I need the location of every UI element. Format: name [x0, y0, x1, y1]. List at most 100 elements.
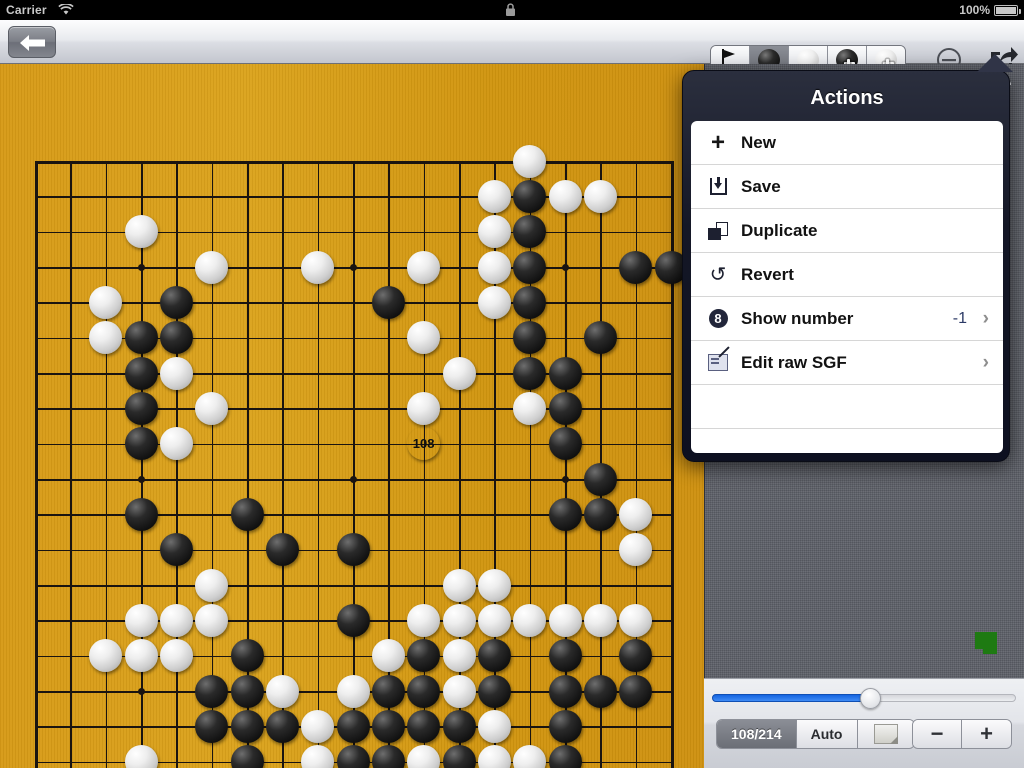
- white-stone[interactable]: [619, 497, 653, 531]
- white-stone[interactable]: [265, 674, 299, 708]
- black-stone[interactable]: [230, 639, 264, 673]
- black-stone[interactable]: [265, 709, 299, 743]
- white-stone[interactable]: [619, 533, 653, 567]
- black-stone[interactable]: [124, 427, 158, 461]
- move-counter-segment[interactable]: 108/214: [717, 720, 797, 748]
- white-stone[interactable]: [195, 603, 229, 637]
- white-stone[interactable]: [124, 215, 158, 249]
- black-stone[interactable]: [513, 356, 547, 390]
- white-stone[interactable]: [89, 285, 123, 319]
- white-stone[interactable]: [442, 639, 476, 673]
- white-stone[interactable]: [477, 745, 511, 768]
- black-stone[interactable]: [371, 674, 405, 708]
- note-segment[interactable]: [857, 720, 914, 748]
- black-stone[interactable]: [513, 250, 547, 284]
- white-stone[interactable]: [477, 568, 511, 602]
- black-stone[interactable]: [159, 285, 193, 319]
- current-move-stone[interactable]: 108: [407, 427, 440, 460]
- white-stone[interactable]: [407, 745, 441, 768]
- black-stone[interactable]: [124, 356, 158, 390]
- black-stone[interactable]: [371, 745, 405, 768]
- white-stone[interactable]: [195, 568, 229, 602]
- black-stone[interactable]: [548, 427, 582, 461]
- white-stone[interactable]: [89, 321, 123, 355]
- black-stone[interactable]: [230, 497, 264, 531]
- white-stone[interactable]: [301, 745, 335, 768]
- move-slider[interactable]: [712, 688, 1016, 709]
- white-stone[interactable]: [124, 603, 158, 637]
- black-stone[interactable]: [477, 674, 511, 708]
- black-stone[interactable]: [371, 285, 405, 319]
- white-stone[interactable]: [442, 603, 476, 637]
- white-stone[interactable]: [513, 144, 547, 178]
- black-stone[interactable]: [336, 709, 370, 743]
- black-stone[interactable]: [371, 709, 405, 743]
- black-stone[interactable]: [548, 709, 582, 743]
- black-stone[interactable]: [407, 639, 441, 673]
- black-stone[interactable]: [513, 321, 547, 355]
- black-stone[interactable]: [336, 603, 370, 637]
- black-stone[interactable]: [159, 321, 193, 355]
- white-stone[interactable]: [407, 250, 441, 284]
- black-stone[interactable]: [124, 321, 158, 355]
- black-stone[interactable]: [124, 391, 158, 425]
- menu-item-edit-raw-sgf[interactable]: Edit raw SGF ›: [691, 341, 1003, 385]
- menu-item-save[interactable]: Save: [691, 165, 1003, 209]
- white-stone[interactable]: [583, 603, 617, 637]
- black-stone[interactable]: [548, 497, 582, 531]
- black-stone[interactable]: [548, 391, 582, 425]
- black-stone[interactable]: [548, 745, 582, 768]
- menu-item-new[interactable]: + New: [691, 121, 1003, 165]
- white-stone[interactable]: [442, 674, 476, 708]
- white-stone[interactable]: [124, 745, 158, 768]
- black-stone[interactable]: [548, 356, 582, 390]
- black-stone[interactable]: [442, 709, 476, 743]
- black-stone[interactable]: [583, 674, 617, 708]
- black-stone[interactable]: [548, 674, 582, 708]
- white-stone[interactable]: [159, 427, 193, 461]
- menu-item-revert[interactable]: ↺ Revert: [691, 253, 1003, 297]
- step-buttons-group[interactable]: − +: [912, 719, 1012, 749]
- menu-item-show-number[interactable]: 8 Show number -1 ›: [691, 297, 1003, 341]
- white-stone[interactable]: [477, 285, 511, 319]
- white-stone[interactable]: [619, 603, 653, 637]
- black-stone[interactable]: [442, 745, 476, 768]
- white-stone[interactable]: [301, 250, 335, 284]
- white-stone[interactable]: [371, 639, 405, 673]
- black-stone[interactable]: [513, 285, 547, 319]
- black-stone[interactable]: [195, 709, 229, 743]
- black-stone[interactable]: [230, 745, 264, 768]
- black-stone[interactable]: [407, 674, 441, 708]
- black-stone[interactable]: [265, 533, 299, 567]
- black-stone[interactable]: [619, 639, 653, 673]
- previous-move-button[interactable]: −: [913, 720, 962, 748]
- black-stone[interactable]: [583, 497, 617, 531]
- black-stone[interactable]: [230, 674, 264, 708]
- white-stone[interactable]: [477, 179, 511, 213]
- black-stone[interactable]: [619, 250, 653, 284]
- back-button[interactable]: [8, 26, 56, 58]
- white-stone[interactable]: [477, 603, 511, 637]
- black-stone[interactable]: [548, 639, 582, 673]
- next-move-button[interactable]: +: [962, 720, 1011, 748]
- white-stone[interactable]: [336, 674, 370, 708]
- white-stone[interactable]: [548, 603, 582, 637]
- black-stone[interactable]: [477, 639, 511, 673]
- black-stone[interactable]: [583, 321, 617, 355]
- black-stone[interactable]: [513, 179, 547, 213]
- white-stone[interactable]: [89, 639, 123, 673]
- white-stone[interactable]: [407, 391, 441, 425]
- white-stone[interactable]: [195, 391, 229, 425]
- black-stone[interactable]: [230, 709, 264, 743]
- white-stone[interactable]: [407, 603, 441, 637]
- white-stone[interactable]: [477, 709, 511, 743]
- black-stone[interactable]: [336, 745, 370, 768]
- black-stone[interactable]: [513, 215, 547, 249]
- white-stone[interactable]: [548, 179, 582, 213]
- white-stone[interactable]: [477, 250, 511, 284]
- white-stone[interactable]: [159, 603, 193, 637]
- black-stone[interactable]: [407, 709, 441, 743]
- white-stone[interactable]: [513, 603, 547, 637]
- playback-segmented-control[interactable]: 108/214 Auto: [716, 719, 915, 749]
- black-stone[interactable]: [583, 462, 617, 496]
